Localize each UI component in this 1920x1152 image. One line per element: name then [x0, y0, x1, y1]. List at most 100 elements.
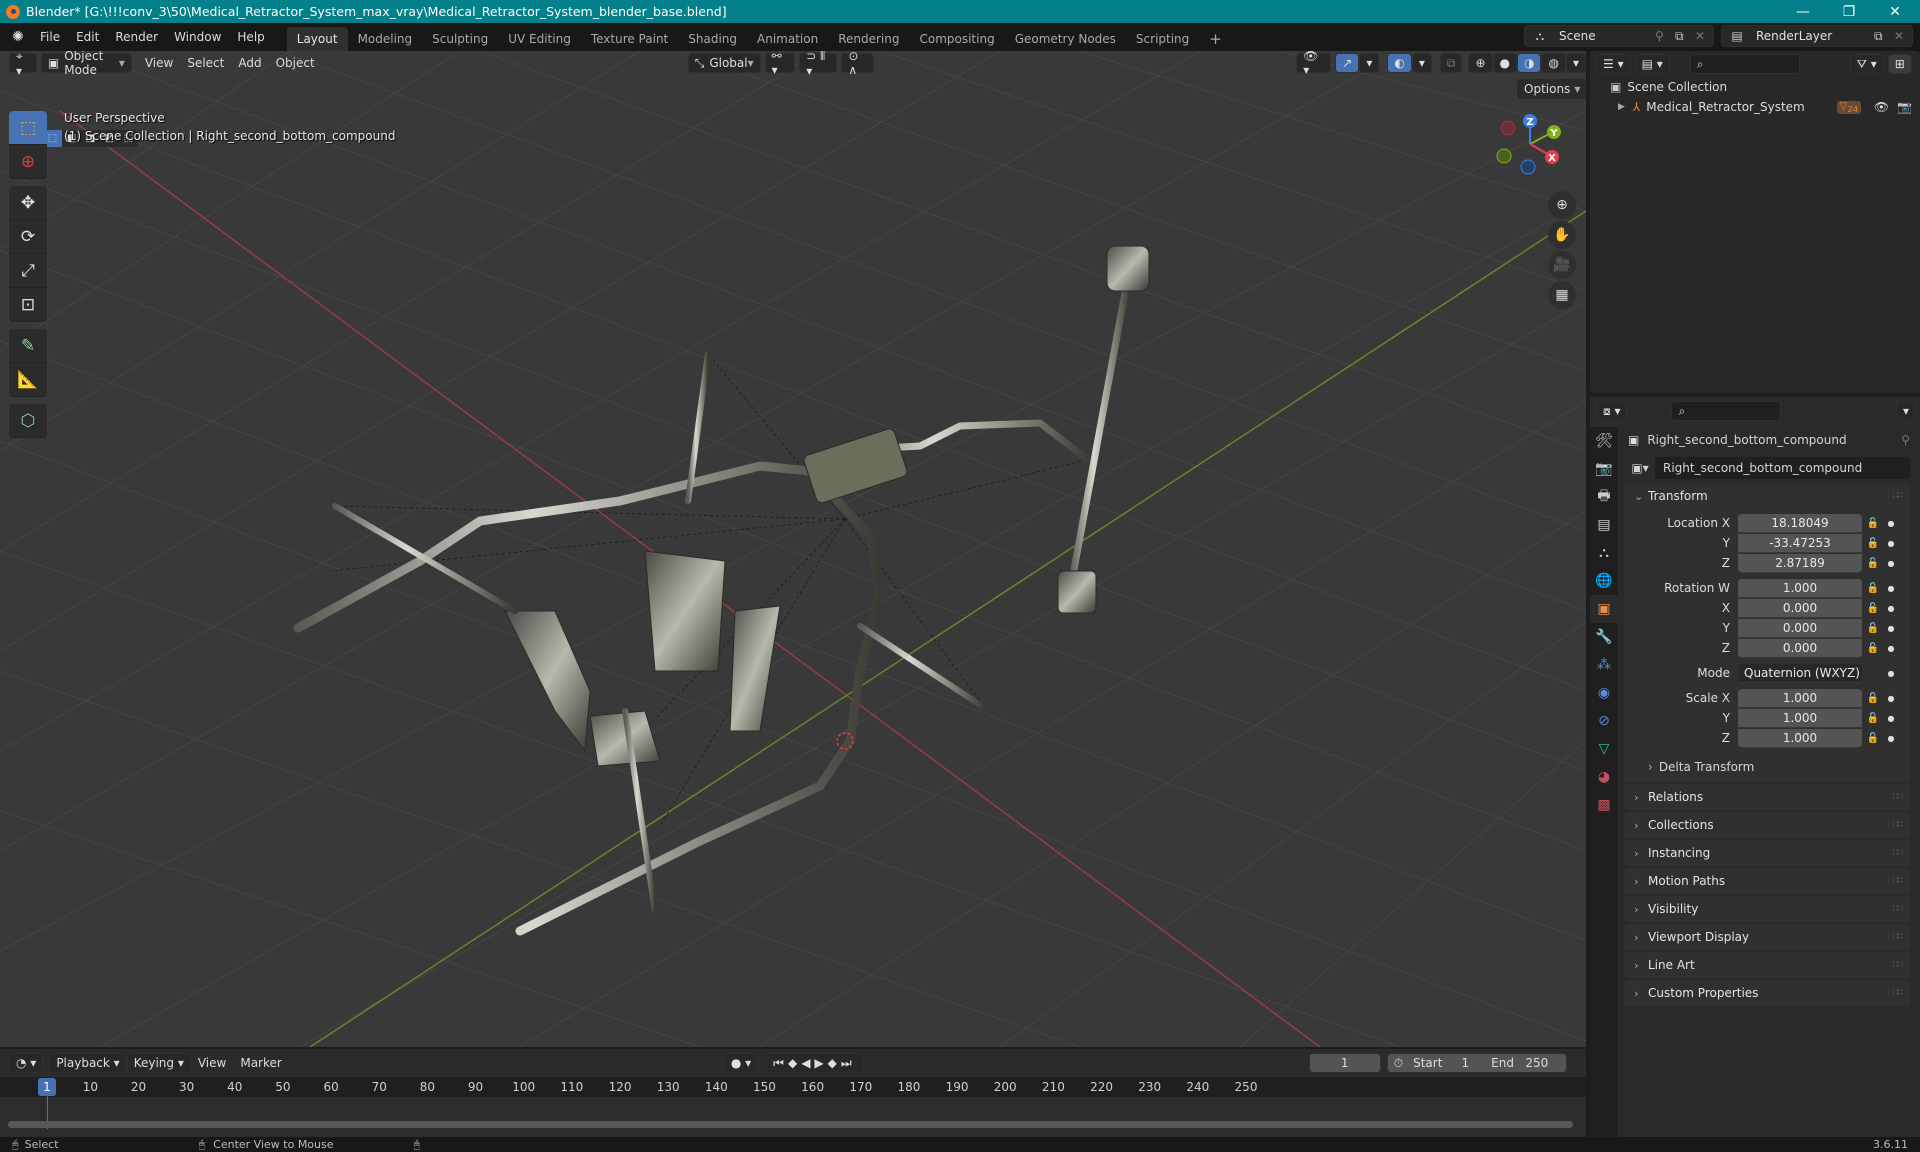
expand-arrow-icon[interactable]: ▶: [1618, 102, 1625, 112]
scale-z-field[interactable]: 1.000: [1738, 728, 1862, 748]
stopwatch-icon[interactable]: ⏱: [1394, 1056, 1403, 1071]
children-badge[interactable]: ▽24: [1836, 100, 1862, 114]
overlays-toggle[interactable]: ◐: [1387, 53, 1412, 73]
menu-render[interactable]: Render: [107, 23, 166, 51]
keyframe-dot-icon[interactable]: ●: [1884, 539, 1898, 548]
world-tab-icon[interactable]: 🌐: [1590, 567, 1618, 595]
neg-y-axis-handle[interactable]: [1496, 148, 1512, 164]
panel-relations[interactable]: › Relations ∷∷: [1624, 784, 1910, 810]
blender-menu-icon[interactable]: ✺: [10, 29, 26, 45]
lock-icon[interactable]: 🔓: [1862, 643, 1884, 654]
tab-texture-paint[interactable]: Texture Paint: [581, 27, 678, 51]
tab-uv-editing[interactable]: UV Editing: [498, 27, 581, 51]
tab-layout[interactable]: Layout: [286, 27, 348, 51]
properties-search-input[interactable]: ⌕: [1671, 401, 1782, 421]
object-name-field[interactable]: ▣▾ Right_second_bottom_compound: [1625, 457, 1910, 479]
ortho-grid-icon[interactable]: ▦: [1548, 281, 1576, 309]
panel-instancing[interactable]: › Instancing ∷∷: [1624, 840, 1910, 866]
tool-tab-icon[interactable]: 🛠: [1590, 427, 1618, 455]
playhead-frame-label[interactable]: 1: [38, 1078, 56, 1096]
display-mode-dropdown[interactable]: ☰ ▾: [1596, 54, 1631, 74]
scene-tab-icon[interactable]: ⛬: [1590, 539, 1618, 567]
drag-grip-icon[interactable]: ∷∷: [1893, 491, 1904, 501]
visibility-dropdown[interactable]: 👁 ▾: [1296, 51, 1332, 77]
keyframe-dot-icon[interactable]: ●: [1884, 584, 1898, 593]
timeline-editor-type[interactable]: ◔ ▾: [9, 1053, 44, 1073]
tab-modeling[interactable]: Modeling: [348, 27, 423, 51]
rotation-x-field[interactable]: 0.000: [1738, 598, 1862, 618]
data-tab-icon[interactable]: ▽: [1590, 735, 1618, 763]
tab-sculpting[interactable]: Sculpting: [422, 27, 498, 51]
end-frame-field[interactable]: End 250: [1491, 1056, 1548, 1070]
cursor-icon[interactable]: ⊕: [9, 145, 47, 179]
physics-tab-icon[interactable]: ◉: [1590, 679, 1618, 707]
options-dropdown[interactable]: Options ▾: [1517, 79, 1586, 99]
rotation-w-field[interactable]: 1.000: [1738, 578, 1862, 598]
panel-visibility[interactable]: › Visibility ∷∷: [1624, 896, 1910, 922]
keyframe-dot-icon[interactable]: ●: [1884, 669, 1898, 678]
menu-file[interactable]: File: [32, 23, 68, 51]
move-icon[interactable]: ✥: [9, 186, 47, 220]
shading-wireframe[interactable]: ⊕: [1468, 53, 1493, 73]
start-frame-field[interactable]: Start 1: [1413, 1056, 1469, 1070]
particles-tab-icon[interactable]: ⁂: [1590, 651, 1618, 679]
rotation-y-field[interactable]: 0.000: [1738, 618, 1862, 638]
material-tab-icon[interactable]: ◕: [1590, 763, 1618, 791]
playback-dropdown[interactable]: Playback ▾: [49, 1053, 127, 1073]
play-icon[interactable]: ▶: [814, 1056, 827, 1070]
scale-x-field[interactable]: 1.000: [1738, 688, 1862, 708]
lock-icon[interactable]: 🔓: [1862, 713, 1884, 724]
camera-view-icon[interactable]: 🎥: [1548, 251, 1576, 279]
tab-animation[interactable]: Animation: [747, 27, 828, 51]
scale-y-field[interactable]: 1.000: [1738, 708, 1862, 728]
keyframe-dot-icon[interactable]: ●: [1884, 714, 1898, 723]
timeline-scrollbar[interactable]: [8, 1121, 1573, 1128]
shading-rendered[interactable]: ◍: [1541, 53, 1566, 73]
panel-line-art[interactable]: › Line Art ∷∷: [1624, 952, 1910, 978]
neg-z-axis-handle[interactable]: [1520, 159, 1536, 175]
filter-dropdown[interactable]: ⛛ ▾: [1849, 54, 1884, 74]
delete-scene-icon[interactable]: ✕: [1695, 29, 1713, 43]
pan-hand-icon[interactable]: ✋: [1548, 221, 1576, 249]
zoom-icon[interactable]: ⊕: [1548, 191, 1576, 219]
timeline-track-area[interactable]: [0, 1095, 1586, 1137]
select-box-icon[interactable]: ⬚: [9, 111, 47, 145]
outliner-row-scene-collection[interactable]: ▣ Scene Collection: [1590, 77, 1920, 97]
object-data-icon[interactable]: ▣▾: [1625, 457, 1655, 479]
keying-dropdown[interactable]: Keying ▾: [126, 1053, 191, 1073]
retractor-model[interactable]: [293, 245, 1150, 936]
tab-scripting[interactable]: Scripting: [1126, 27, 1199, 51]
keyframe-dot-icon[interactable]: ●: [1884, 604, 1898, 613]
view-layer-tab-icon[interactable]: ▤: [1590, 511, 1618, 539]
render-tab-icon[interactable]: 📷: [1590, 455, 1618, 483]
keyframe-dot-icon[interactable]: ●: [1884, 559, 1898, 568]
keyframe-dot-icon[interactable]: ●: [1884, 624, 1898, 633]
add-cube-icon[interactable]: ⬡: [9, 404, 47, 438]
overlays-dropdown[interactable]: ▾: [1411, 53, 1432, 73]
keyframe-dot-icon[interactable]: ●: [1884, 644, 1898, 653]
menu-help[interactable]: Help: [229, 23, 272, 51]
transform-panel-header[interactable]: ⌄ Transform ∷∷: [1624, 483, 1910, 509]
snap-toggle[interactable]: ⊃ ⫴ ▾: [799, 51, 838, 78]
pin-icon[interactable]: ⚲: [1655, 29, 1675, 43]
current-frame-field[interactable]: 1: [1308, 1053, 1381, 1073]
play-reverse-icon[interactable]: ◀: [801, 1056, 814, 1070]
panel-collections[interactable]: › Collections ∷∷: [1624, 812, 1910, 838]
lock-icon[interactable]: 🔓: [1862, 558, 1884, 569]
panel-viewport-display[interactable]: › Viewport Display ∷∷: [1624, 924, 1910, 950]
eye-icon[interactable]: 👁: [1874, 100, 1889, 114]
prev-keyframe-icon[interactable]: ◆: [788, 1056, 801, 1070]
rotation-z-field[interactable]: 0.000: [1738, 638, 1862, 658]
measure-icon[interactable]: 📐: [9, 363, 47, 397]
modifier-tab-icon[interactable]: 🔧: [1590, 623, 1618, 651]
properties-options-dropdown[interactable]: ▾: [1895, 401, 1916, 421]
menu-marker[interactable]: Marker: [233, 1056, 288, 1070]
constraints-tab-icon[interactable]: ⊘: [1590, 707, 1618, 735]
transform-icon[interactable]: ⊡: [9, 288, 47, 322]
tab-shading[interactable]: Shading: [678, 27, 747, 51]
new-scene-icon[interactable]: ⧉: [1675, 29, 1695, 44]
view-layer-selector[interactable]: ▤ RenderLayer ⧉ ✕: [1721, 25, 1913, 47]
tab-compositing[interactable]: Compositing: [909, 27, 1004, 51]
lock-icon[interactable]: 🔓: [1862, 583, 1884, 594]
neg-x-axis-handle[interactable]: [1500, 120, 1516, 136]
